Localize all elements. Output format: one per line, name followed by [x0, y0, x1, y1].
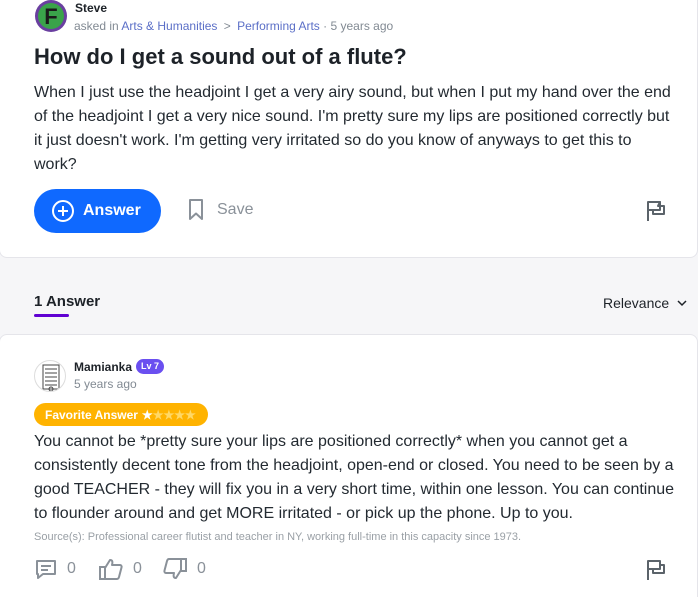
- comment-button[interactable]: 0: [35, 558, 76, 580]
- save-button[interactable]: Save: [188, 199, 253, 221]
- meta-dot: ·: [323, 19, 331, 33]
- avatar-letter: F: [38, 3, 64, 29]
- thumbs-down-button[interactable]: 0: [163, 558, 206, 580]
- favorite-answer-badge: Favorite Answer ★★★★★: [34, 403, 208, 426]
- question-age: 5 years ago: [330, 19, 394, 33]
- question-title: How do I get a sound out of a flute?: [34, 44, 407, 69]
- breadcrumb-separator-icon: >: [223, 19, 231, 33]
- answers-count-tab[interactable]: 1 Answer: [34, 293, 100, 310]
- report-flag-icon[interactable]: [645, 559, 667, 581]
- tab-underline: [34, 314, 69, 317]
- asked-in-label: asked in: [74, 19, 119, 33]
- thumbs-up-button[interactable]: 0: [99, 558, 142, 580]
- avatar[interactable]: [34, 360, 66, 392]
- report-flag-icon[interactable]: [645, 200, 667, 222]
- answer-button-label: Answer: [83, 202, 141, 219]
- answer-body: You cannot be *pretty sure your lips are…: [34, 433, 675, 522]
- comment-count: 0: [67, 560, 76, 577]
- thumbs-up-icon: [99, 559, 123, 580]
- thumbs-down-icon: [163, 558, 187, 579]
- answerer-name[interactable]: Mamianka: [74, 360, 132, 374]
- subcategory-link[interactable]: Performing Arts: [237, 19, 320, 33]
- favorite-label: Favorite Answer: [45, 407, 138, 422]
- thumbs-down-count: 0: [197, 560, 206, 577]
- asker-name[interactable]: Steve: [75, 1, 107, 15]
- save-label: Save: [217, 201, 254, 218]
- chevron-down-icon: [677, 299, 687, 306]
- category-link[interactable]: Arts & Humanities: [121, 19, 217, 33]
- plus-circle-icon: [52, 200, 74, 222]
- level-badge: Lv 7: [136, 359, 165, 374]
- answer-source: Source(s): Professional career flutist a…: [34, 531, 522, 543]
- comment-icon: [36, 560, 56, 579]
- avatar[interactable]: F: [35, 0, 67, 32]
- answer-button[interactable]: Answer: [34, 189, 161, 233]
- star-rating-icon: ★★★★★: [141, 407, 196, 422]
- sort-dropdown[interactable]: Relevance: [603, 295, 687, 311]
- thumbs-up-count: 0: [133, 560, 142, 577]
- question-meta: asked in Arts & Humanities > Performing …: [74, 19, 393, 33]
- question-body: When I just use the headjoint I get a ve…: [34, 84, 671, 173]
- answer-age: 5 years ago: [74, 377, 137, 391]
- sort-label: Relevance: [603, 295, 670, 311]
- bookmark-icon: [189, 199, 203, 220]
